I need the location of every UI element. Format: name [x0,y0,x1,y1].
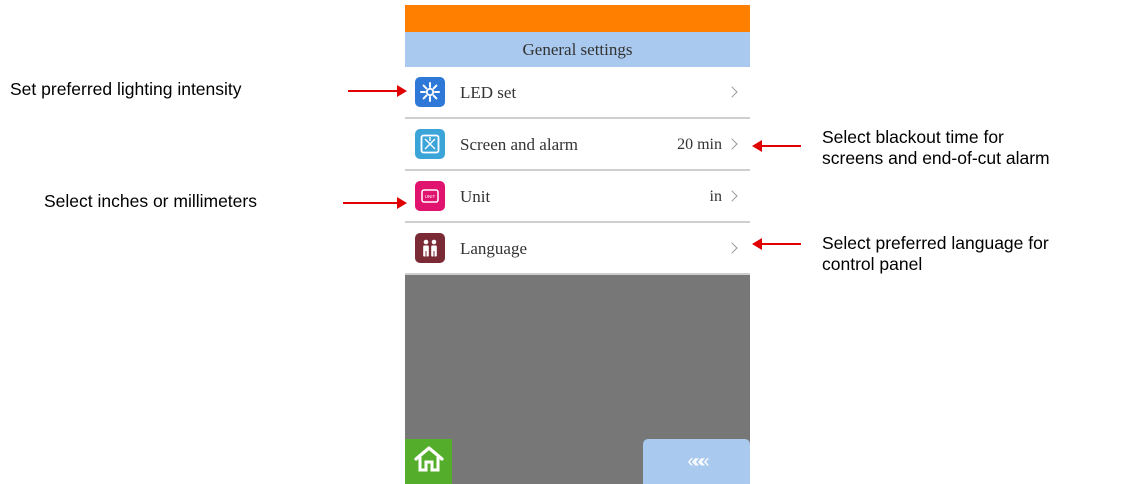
status-bar [405,5,750,32]
chevron-right-icon [726,242,738,254]
annotation-screen: Select blackout time for screens and end… [822,127,1050,169]
svg-text:UNIT: UNIT [425,194,436,199]
menu-item-label: Screen and alarm [460,135,578,154]
arrow-left-icon [752,238,801,250]
settings-menu: LED set Screen and alarm 20 min UNIT Uni… [405,67,750,275]
annotation-unit: Select inches or millimeters [44,191,257,211]
arrow-right-icon [343,197,407,209]
menu-item-value: 20 min [677,136,722,153]
settings-screen: General settings LED set Screen and alar… [405,5,750,484]
chevron-right-icon [726,138,738,150]
menu-item-screen-and-alarm[interactable]: Screen and alarm 20 min [405,119,750,171]
arrow-right-icon [348,85,407,97]
home-button[interactable] [405,439,452,484]
menu-item-led-set[interactable]: LED set [405,67,750,119]
sun-icon [415,77,445,107]
screen-icon [415,129,445,159]
people-icon [415,233,445,263]
chevron-right-icon [726,86,738,98]
page-title: General settings [405,32,750,67]
annotation-line: Select blackout time for [822,127,1004,147]
annotation-line: Select preferred language for [822,233,1049,253]
menu-item-unit[interactable]: UNIT Unit in [405,171,750,223]
back-button[interactable]: ««« [643,439,750,484]
menu-item-value: in [709,188,722,205]
annotation-line: control panel [822,254,923,274]
menu-item-label: LED set [460,83,517,102]
unit-icon: UNIT [415,181,445,211]
annotation-language: Select preferred language for control pa… [822,233,1049,275]
annotation-line: screens and end-of-cut alarm [822,148,1050,168]
annotation-led: Set preferred lighting intensity [10,79,242,99]
menu-item-label: Language [460,239,528,258]
home-icon [413,445,444,478]
arrow-left-icon [752,140,801,152]
chevron-right-icon [726,190,738,202]
menu-item-language[interactable]: Language [405,223,750,275]
menu-item-label: Unit [460,187,491,206]
